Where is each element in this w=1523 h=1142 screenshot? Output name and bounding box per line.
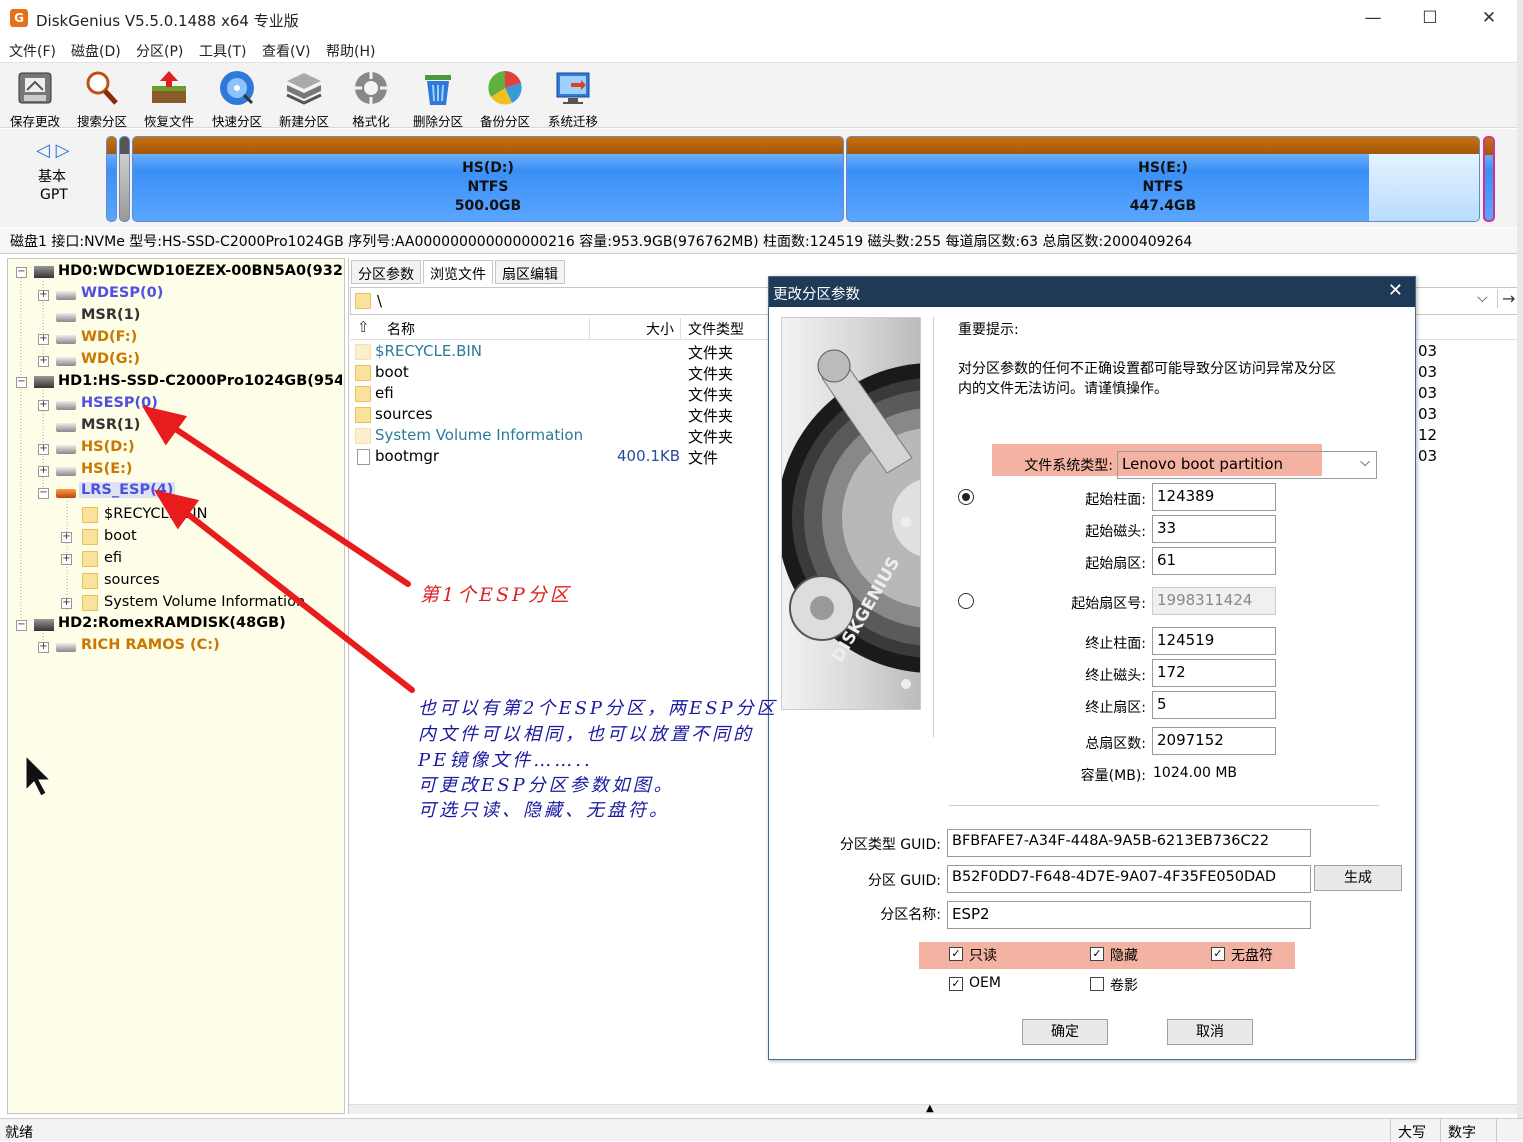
annotation-note-2-line: 内文件可以相同，也可以放置不同的 bbox=[418, 724, 754, 745]
mouse-cursor-icon bbox=[25, 754, 52, 797]
status-bar: 就绪 大写 数字 bbox=[0, 1118, 1523, 1142]
annotation-note-1: 第1个ESP分区 bbox=[420, 584, 572, 606]
annotation-arrow-1-head bbox=[141, 405, 188, 446]
annotation-note-2-line: PE镜像文件…….. bbox=[418, 750, 593, 771]
annotation-note-2-line: 也可以有第2个ESP分区，两ESP分区 bbox=[418, 698, 778, 719]
annotation-arrow-2-head bbox=[153, 489, 200, 530]
annotation-arrow-1 bbox=[165, 421, 411, 587]
annotation-note-2-line: 可选只读、隐藏、无盘符。 bbox=[418, 800, 670, 821]
annotation-note-2-line: 可更改ESP分区参数如图。 bbox=[418, 775, 675, 796]
status-text: 就绪 bbox=[5, 1125, 33, 1141]
annotation-arrows bbox=[25, 405, 415, 797]
num-lock-indicator: 数字 bbox=[1448, 1125, 1476, 1141]
caps-lock-indicator: 大写 bbox=[1398, 1125, 1426, 1141]
annotation-arrow-2 bbox=[177, 505, 415, 693]
